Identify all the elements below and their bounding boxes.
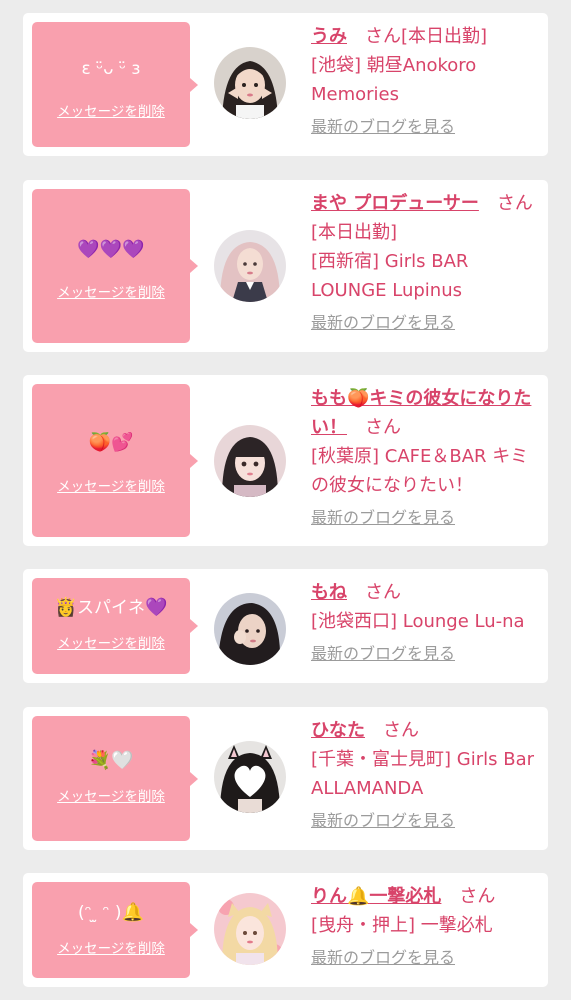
- honorific: さん: [365, 26, 401, 47]
- message-text: (ᵔ ̫ ᵔ )🔔: [32, 902, 190, 924]
- cast-name-link[interactable]: もね: [311, 582, 347, 603]
- cast-name-link[interactable]: もも🍑キミの彼女になりたい！: [311, 388, 531, 438]
- delete-message-link[interactable]: メッセージを削除: [32, 788, 190, 806]
- name-line: もね さん: [311, 578, 541, 607]
- shop-name: [池袋西口] Lounge Lu-na: [311, 611, 525, 632]
- shop-name: [池袋] 朝昼Anokoro Memories: [311, 55, 477, 105]
- cast-name-part: もも: [311, 388, 347, 409]
- honorific: さん: [365, 582, 401, 603]
- cast-name-part: 一撃必札: [369, 886, 442, 907]
- name-line: うみ さん[本日出勤]: [311, 22, 541, 51]
- shop-name: [西新宿] Girls BAR LOUNGE Lupinus: [311, 251, 469, 301]
- avatar[interactable]: [214, 425, 286, 497]
- shop-name: [千葉・富士見町] Girls Bar ALLAMANDA: [311, 749, 534, 799]
- status-badge: [本日出勤]: [401, 26, 488, 47]
- cast-name-link[interactable]: りん🔔一撃必札: [311, 886, 441, 907]
- delete-message-link[interactable]: メッセージを削除: [32, 284, 190, 302]
- avatar[interactable]: [214, 47, 286, 119]
- avatar[interactable]: [214, 230, 286, 302]
- message-text-body: (ᵔ ̫ ᵔ ): [78, 903, 122, 923]
- view-blog-link[interactable]: 最新のブログを見る: [311, 506, 541, 530]
- shop-name: [曳舟・押上] 一撃必札: [311, 915, 493, 936]
- shop-name: [秋葉原] CAFE＆BAR キミの彼女になりたい！: [311, 446, 529, 496]
- view-blog-link[interactable]: 最新のブログを見る: [311, 809, 541, 833]
- honorific: さん: [496, 193, 533, 214]
- cast-info: もね さん [池袋西口] Lounge Lu-na 最新のブログを見る: [311, 578, 541, 666]
- peach-icon: 🍑: [347, 388, 370, 409]
- message-text: 👸スパイネ💜: [32, 597, 190, 619]
- message-text: ε ᵕ̈ᴗ ᵕ̈ ɜ: [81, 59, 141, 79]
- peach-heart-icon: 🍑💕: [88, 432, 134, 453]
- avatar-photo-icon: [214, 425, 286, 497]
- cast-info: まや プロデューサー さん [本日出勤] [西新宿] Girls BAR LOUN…: [311, 189, 541, 335]
- view-blog-link[interactable]: 最新のブログを見る: [311, 946, 541, 970]
- message-text: 💐🤍: [32, 750, 190, 772]
- message-card: (ᵔ ̫ ᵔ )🔔 メッセージを削除 りん🔔一撃必札 さん [曳舟・押上] 一撃…: [23, 873, 548, 987]
- message-card: 💜💜💜 メッセージを削除 まや プロデューサー さん [本日出勤] [西新宿] G…: [23, 180, 548, 352]
- cast-name-part: りん: [311, 886, 347, 907]
- delete-message-link[interactable]: メッセージを削除: [32, 635, 190, 653]
- cast-name-link[interactable]: まや プロデューサー: [311, 193, 479, 214]
- name-line: もも🍑キミの彼女になりたい！ さん: [311, 384, 541, 442]
- message-card: 🍑💕 メッセージを削除 もも🍑キミの彼女になりたい！ さん [秋葉原] CAFE…: [23, 375, 548, 546]
- avatar-photo-icon: [214, 47, 286, 119]
- avatar-photo-icon: [214, 230, 286, 302]
- delete-message-link[interactable]: メッセージを削除: [32, 940, 190, 958]
- avatar-photo-icon: [214, 741, 286, 813]
- avatar-photo-icon: [214, 593, 286, 665]
- cast-info: もも🍑キミの彼女になりたい！ さん [秋葉原] CAFE＆BAR キミの彼女にな…: [311, 384, 541, 530]
- message-text: 🍑💕: [32, 432, 190, 454]
- message-box: 💐🤍 メッセージを削除: [32, 716, 198, 841]
- name-line: まや プロデューサー さん [本日出勤]: [311, 189, 541, 247]
- cast-name-link[interactable]: うみ: [311, 26, 347, 47]
- message-text: 💜💜💜: [32, 239, 190, 261]
- message-box: 👸スパイネ💜 メッセージを削除: [32, 578, 198, 674]
- honorific: さん: [383, 720, 419, 741]
- princess-icon: 👸: [54, 597, 77, 618]
- purple-heart-icon: 💜💜💜: [77, 239, 145, 260]
- message-text-body: スパイネ: [77, 598, 145, 618]
- cast-name-link[interactable]: ひなた: [311, 720, 365, 741]
- avatar[interactable]: [214, 593, 286, 665]
- bell-icon: 🔔: [347, 886, 370, 907]
- cast-info: うみ さん[本日出勤] [池袋] 朝昼Anokoro Memories 最新のブ…: [311, 22, 541, 139]
- message-card: ε ᵕ̈ᴗ ᵕ̈ ɜ メッセージを削除 うみ さん[本日出勤] [池袋] 朝昼A…: [23, 13, 548, 156]
- view-blog-link[interactable]: 最新のブログを見る: [311, 115, 541, 139]
- delete-message-link[interactable]: メッセージを削除: [32, 103, 190, 121]
- bouquet-heart-icon: 💐🤍: [88, 750, 134, 771]
- message-box: (ᵔ ̫ ᵔ )🔔 メッセージを削除: [32, 882, 198, 978]
- honorific: さん: [459, 886, 496, 907]
- status-badge: [本日出勤]: [311, 222, 398, 243]
- delete-message-link[interactable]: メッセージを削除: [32, 478, 190, 496]
- avatar[interactable]: [214, 893, 286, 965]
- message-list: ε ᵕ̈ᴗ ᵕ̈ ɜ メッセージを削除 うみ さん[本日出勤] [池袋] 朝昼A…: [0, 0, 571, 1000]
- cast-info: りん🔔一撃必札 さん [曳舟・押上] 一撃必札 最新のブログを見る: [311, 882, 541, 970]
- avatar-photo-icon: [214, 893, 286, 965]
- message-box: 💜💜💜 メッセージを削除: [32, 189, 198, 343]
- view-blog-link[interactable]: 最新のブログを見る: [311, 642, 541, 666]
- message-card: 👸スパイネ💜 メッセージを削除 もね さん [池袋西口] Lounge Lu-n…: [23, 569, 548, 683]
- honorific: さん: [365, 417, 401, 438]
- cast-info: ひなた さん [千葉・富士見町] Girls Bar ALLAMANDA 最新の…: [311, 716, 541, 833]
- bell-icon: 🔔: [121, 902, 144, 923]
- message-box: 🍑💕 メッセージを削除: [32, 384, 198, 537]
- message-box: ε ᵕ̈ᴗ ᵕ̈ ɜ メッセージを削除: [32, 22, 198, 147]
- name-line: りん🔔一撃必札 さん: [311, 882, 541, 911]
- message-card: 💐🤍 メッセージを削除 ひなた さん [千葉・富士見町] Girls Bar A…: [23, 707, 548, 850]
- purple-heart-icon: 💜: [145, 597, 168, 618]
- avatar[interactable]: [214, 741, 286, 813]
- name-line: ひなた さん: [311, 716, 541, 745]
- view-blog-link[interactable]: 最新のブログを見る: [311, 311, 541, 335]
